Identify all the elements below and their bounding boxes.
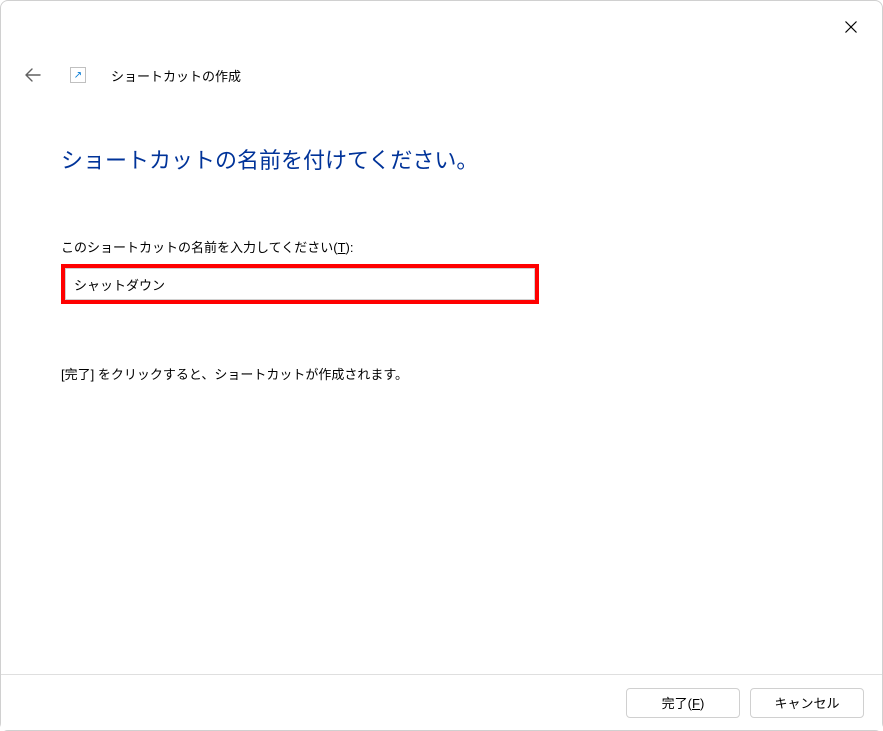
content-area: ショートカットの名前を付けてください。 このショートカットの名前を入力してくださ… [1,87,882,383]
input-label: このショートカットの名前を入力してください(T): [61,237,822,256]
close-button[interactable] [828,11,874,43]
shortcut-name-input[interactable] [65,268,535,300]
back-button[interactable] [21,63,45,87]
cancel-button[interactable]: キャンセル [750,688,864,718]
shortcut-icon: ↗ [69,66,87,84]
close-icon [845,21,857,33]
info-text: [完了] をクリックすると、ショートカットが作成されます。 [61,364,822,383]
finish-button[interactable]: 完了(F) [626,688,740,718]
header-row: ↗ ショートカットの作成 [1,63,882,87]
back-arrow-icon [24,66,42,84]
window-title: ショートカットの作成 [111,66,241,85]
main-heading: ショートカットの名前を付けてください。 [61,143,822,175]
footer: 完了(F) キャンセル [1,674,882,730]
input-highlight-wrapper [61,264,539,304]
title-bar [1,1,882,49]
